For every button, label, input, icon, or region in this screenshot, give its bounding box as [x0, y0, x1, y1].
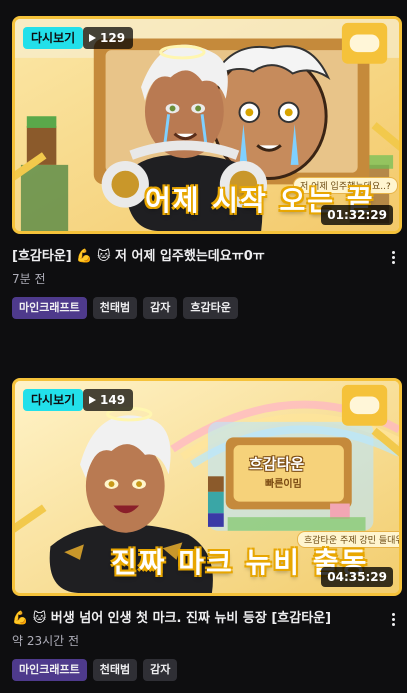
duration-badge: 04:35:29 — [321, 567, 393, 587]
gamepad-icon — [349, 396, 380, 415]
video-time-ago: 7분 전 — [12, 272, 46, 286]
tag[interactable]: 천태범 — [92, 297, 138, 319]
gamepad-icon — [349, 34, 380, 53]
view-count: 149 — [100, 393, 126, 407]
more-options-button[interactable] — [384, 248, 402, 266]
view-count-badge: 149 — [83, 389, 134, 411]
tag-category[interactable]: 마인크래프트 — [12, 297, 87, 319]
view-count: 129 — [100, 31, 126, 45]
video-card: 흐감타운 빠른이밈 흐감타운 주제 강민 들대위 진짜 마크 뉴비 출동 다시보… — [12, 378, 402, 681]
tag[interactable]: 감자 — [143, 659, 178, 681]
tag-list: 마인크래프트 천태범 감자 — [12, 659, 402, 681]
view-count-badge: 129 — [83, 27, 134, 49]
tag-category[interactable]: 마인크래프트 — [12, 659, 87, 681]
video-thumbnail[interactable]: 저 어제 입주했는데요..? 어제 시작 오는 끝 다시보기 129 01:32… — [12, 16, 402, 234]
video-feed: 저 어제 입주했는데요..? 어제 시작 오는 끝 다시보기 129 01:32… — [0, 0, 407, 693]
rerun-badge: 다시보기 — [23, 389, 84, 411]
video-time-ago: 약 23시간 전 — [12, 634, 80, 648]
more-vertical-icon — [391, 612, 395, 616]
video-title[interactable]: [흐감타운] 💪 🐱 저 어제 입주했는데요ㅠ0ㅠ — [12, 248, 380, 266]
duration-badge: 01:32:29 — [321, 205, 393, 225]
video-card: 저 어제 입주했는데요..? 어제 시작 오는 끝 다시보기 129 01:32… — [12, 16, 402, 319]
tag[interactable]: 흐감타운 — [183, 297, 238, 319]
more-options-button[interactable] — [384, 610, 402, 628]
sign-subtitle: 빠른이밈 — [265, 479, 302, 490]
video-title[interactable]: 💪 🐱 버생 넘어 인생 첫 마크. 진짜 뉴비 등장 [흐감타운] — [12, 610, 380, 628]
tag[interactable]: 천태범 — [92, 659, 138, 681]
play-icon — [89, 396, 96, 404]
tag-list: 마인크래프트 천태범 감자 흐감타운 — [12, 297, 402, 319]
play-icon — [89, 34, 96, 42]
more-vertical-icon — [391, 250, 395, 254]
rerun-badge: 다시보기 — [23, 27, 84, 49]
video-thumbnail[interactable]: 흐감타운 빠른이밈 흐감타운 주제 강민 들대위 진짜 마크 뉴비 출동 다시보… — [12, 378, 402, 596]
tag[interactable]: 감자 — [143, 297, 178, 319]
sign-title: 흐감타운 — [249, 455, 305, 473]
